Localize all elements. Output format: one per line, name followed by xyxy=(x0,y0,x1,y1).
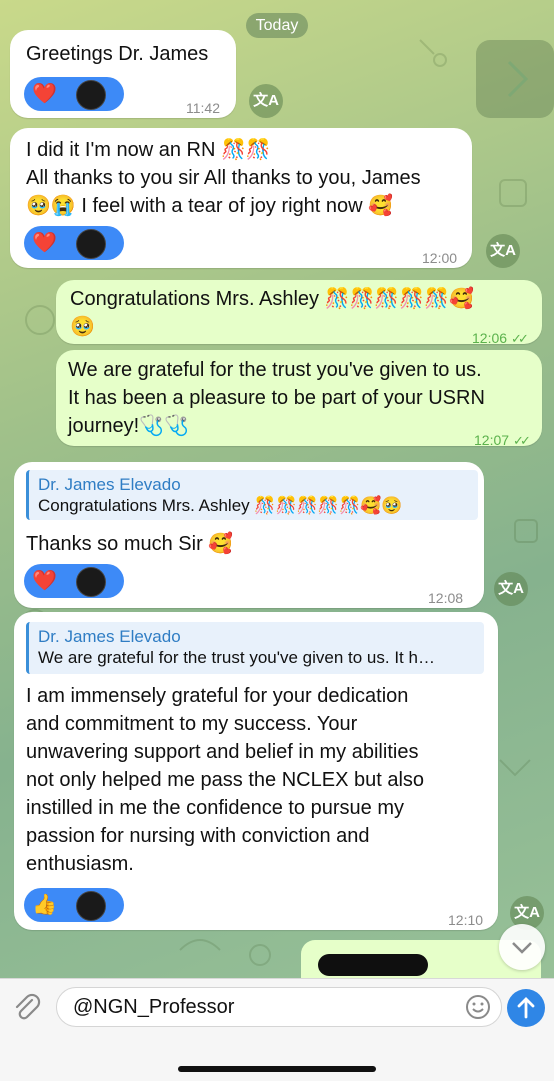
message-text: We are grateful for the trust you've giv… xyxy=(68,359,485,437)
translate-icon: 文A xyxy=(498,580,524,597)
avatar xyxy=(76,567,106,597)
message-bubble-incoming[interactable]: I did it I'm now an RN 🎊🎊 All thanks to … xyxy=(10,128,472,268)
message-bubble-outgoing[interactable]: We are grateful for the trust you've giv… xyxy=(56,350,542,448)
read-check-icon: ✓✓ xyxy=(511,331,529,346)
message-bubble-incoming[interactable]: Greetings Dr. James ❤️ 11:42 xyxy=(10,30,236,118)
message-text: Greetings Dr. James xyxy=(26,43,209,65)
reaction-pill[interactable]: 👍 xyxy=(24,888,124,922)
send-arrow-icon xyxy=(517,997,535,1019)
paperclip-icon[interactable] xyxy=(10,991,44,1025)
reply-quote[interactable]: Dr. James Elevado Congratulations Mrs. A… xyxy=(26,470,478,520)
message-time-value: 12:07 xyxy=(474,432,510,448)
translate-icon: 文A xyxy=(490,242,516,259)
reply-text: We are grateful for the trust you've giv… xyxy=(38,648,435,667)
message-time-value: 12:06 xyxy=(472,330,508,346)
message-time: 12:10 xyxy=(448,912,484,928)
message-time: 11:42 xyxy=(186,100,220,116)
message-time: 12:06 ✓✓ xyxy=(472,324,529,353)
message-text: I did it I'm now an RN 🎊🎊 All thanks to … xyxy=(26,139,421,217)
reply-quote[interactable]: Dr. James Elevado We are grateful for th… xyxy=(26,622,484,674)
chevron-down-icon xyxy=(512,942,532,954)
home-indicator xyxy=(178,1066,376,1072)
translate-icon: 文A xyxy=(514,904,540,921)
message-time: 12:08 xyxy=(428,590,464,606)
reaction-pill[interactable]: ❤️ xyxy=(24,564,124,598)
message-time: 12:00 xyxy=(422,250,458,266)
send-button[interactable] xyxy=(507,989,545,1027)
heart-reaction: ❤️ xyxy=(32,570,57,592)
reply-author: Dr. James Elevado xyxy=(38,475,181,494)
translate-button[interactable]: 文A xyxy=(249,84,283,118)
message-time: 12:07 ✓✓ xyxy=(474,426,531,455)
composer-bar: @NGN_Professor xyxy=(0,978,554,1081)
heart-reaction: ❤️ xyxy=(32,83,57,105)
message-bubble-incoming[interactable]: Dr. James Elevado We are grateful for th… xyxy=(14,612,498,930)
chevron-right-icon xyxy=(507,60,529,98)
message-bubble-outgoing[interactable]: Congratulations Mrs. Ashley 🎊🎊🎊🎊🎊🥰 🥹 12:… xyxy=(56,280,542,346)
translate-button[interactable]: 文A xyxy=(494,572,528,606)
reaction-pill[interactable]: ❤️ xyxy=(24,226,124,260)
smiley-icon[interactable] xyxy=(465,994,491,1020)
message-input-text: @NGN_Professor xyxy=(73,996,235,1018)
read-check-icon: ✓✓ xyxy=(513,433,531,448)
message-text: I am immensely grateful for your dedicat… xyxy=(26,685,425,875)
translate-button[interactable]: 文A xyxy=(486,234,520,268)
reply-author: Dr. James Elevado xyxy=(38,627,181,646)
translate-icon: 文A xyxy=(253,92,279,109)
avatar xyxy=(76,891,106,921)
avatar xyxy=(76,229,106,259)
message-text: Congratulations Mrs. Ashley 🎊🎊🎊🎊🎊🥰 🥹 xyxy=(70,288,474,338)
redacted-block xyxy=(318,954,428,976)
message-text: Thanks so much Sir 🥰 xyxy=(26,533,234,555)
message-bubble-incoming[interactable]: Dr. James Elevado Congratulations Mrs. A… xyxy=(14,462,484,608)
avatar xyxy=(76,80,106,110)
reply-text: Congratulations Mrs. Ashley 🎊🎊🎊🎊🎊🥰🥹 xyxy=(38,496,403,515)
next-chat-button[interactable] xyxy=(476,40,554,118)
reaction-pill[interactable]: ❤️ xyxy=(24,77,124,111)
thumbs-up-reaction: 👍 xyxy=(32,894,57,916)
scroll-to-bottom-button[interactable] xyxy=(499,924,545,970)
message-input[interactable]: @NGN_Professor xyxy=(56,987,502,1027)
heart-reaction: ❤️ xyxy=(32,232,57,254)
date-divider: Today xyxy=(246,13,308,38)
